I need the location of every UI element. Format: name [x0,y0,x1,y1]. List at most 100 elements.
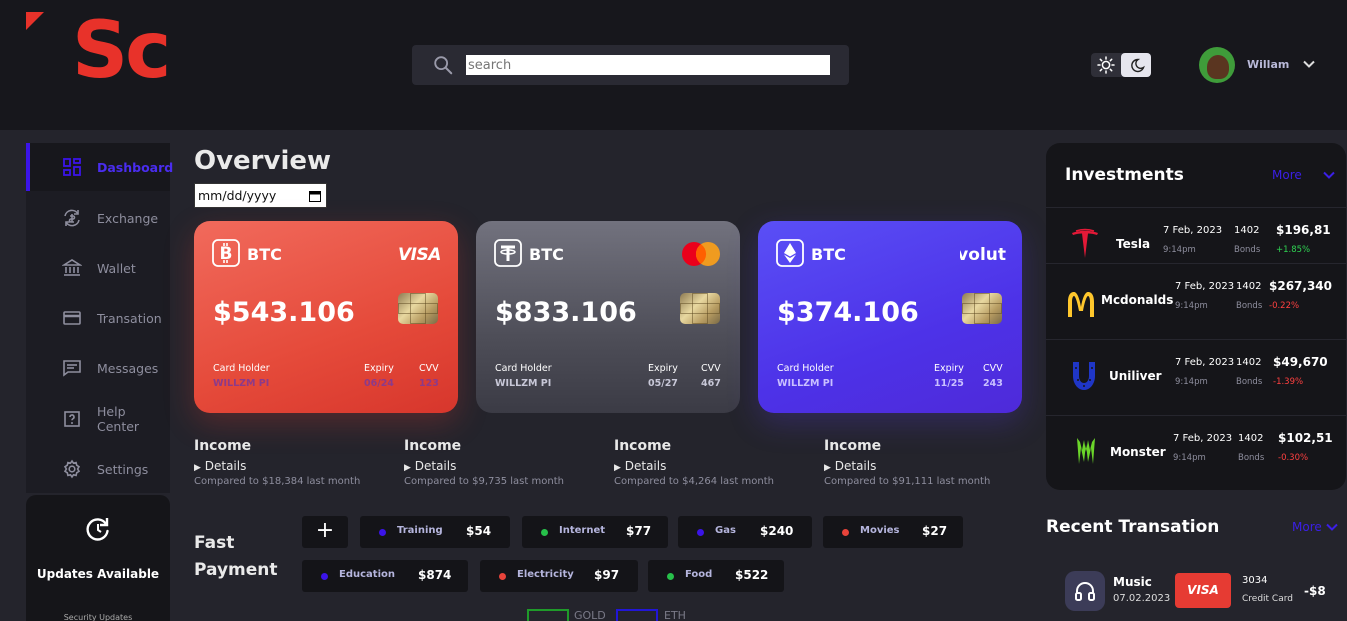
sidebar-item-dashboard[interactable]: Dashboard [26,143,173,191]
sidebar-item-transation[interactable]: Transation [26,294,170,342]
details-toggle[interactable]: ▶ Details [824,459,876,473]
sun-icon[interactable] [1095,55,1117,75]
search-input[interactable] [466,55,830,75]
investment-price: $196,81 [1276,223,1331,237]
sidebar-item-settings[interactable]: Settings [26,445,170,493]
details-toggle[interactable]: ▶ Details [404,459,456,473]
transaction-row[interactable]: Music 07.02.2023 VISA 3034 Credit Card -… [1046,565,1346,621]
avatar-face [1207,55,1229,79]
updates-panel[interactable]: Updates Available Security Updates [26,495,170,621]
add-payment-button[interactable]: + [302,516,348,548]
avatar[interactable] [1199,47,1235,83]
details-toggle[interactable]: ▶ Details [614,459,666,473]
cvv-label: CVV [701,363,721,374]
details-label: Details [414,459,457,473]
investment-row[interactable]: Mcdonalds 7 Feb, 2023 9:14pm 1402 Bonds … [1046,263,1346,339]
sidebar-item-exchange[interactable]: Exchange [26,194,170,242]
investment-unit: Bonds [1236,301,1263,311]
logo-flag [26,12,44,30]
payment-dot [541,529,548,536]
income-block: Income ▶ Details Compared to $91,111 las… [824,438,1024,487]
sidebar-item-label: Settings [97,461,149,477]
payment-item-education[interactable]: Education $874 [302,560,468,592]
investment-name: Uniliver [1109,369,1162,383]
moon-button[interactable] [1121,53,1151,77]
expiry: 06/24 [364,378,394,389]
chevron-down-icon[interactable] [1326,521,1338,533]
investment-row[interactable]: Uniliver 7 Feb, 2023 9:14pm 1402 Bonds $… [1046,339,1346,415]
payment-name: Electricity [517,569,574,580]
card-icon [63,311,81,325]
investment-time: 9:14pm [1175,301,1208,311]
investment-date: 7 Feb, 2023 [1173,433,1233,444]
credit-card[interactable]: BTC $833.106 Card Holder WILLZM PI Expir… [476,221,740,413]
legend-label: GOLD [574,609,606,621]
payment-item-electricity[interactable]: Electricity $97 [480,560,638,592]
page-title: Overview [194,146,332,176]
payment-dot [667,573,674,580]
date-input[interactable]: mm/dd/yyyy [194,183,327,208]
updates-subtitle: Security Updates [63,613,133,621]
user-menu[interactable]: Willam [1199,47,1329,83]
theme-toggle[interactable] [1091,53,1151,77]
mcdonalds-icon [1068,292,1094,317]
chip-icon [962,293,1002,324]
expiry-label: Expiry [364,363,394,374]
more-link[interactable]: More [1272,168,1302,182]
payment-amount: $97 [594,568,620,582]
payment-amount: $874 [418,568,452,582]
help-icon [64,411,80,427]
transaction-name: Music [1113,575,1152,589]
sidebar-item-label: Transation [97,310,162,326]
tether-icon [494,239,522,267]
date-value: mm/dd/yyyy [198,188,277,203]
chevron-down-icon[interactable] [1302,57,1316,71]
credit-card[interactable]: B BTC VISA $543.106 Card Holder WILLZM P… [194,221,458,413]
caret-right-icon: ▶ [404,463,411,473]
payment-name: Movies [860,525,900,536]
updates-title: Updates Available [36,567,160,581]
sidebar-item-help-center[interactable]: Help Center [26,395,170,443]
payment-name: Internet [559,525,606,536]
payment-item-training[interactable]: Training $54 [360,516,510,548]
chevron-down-icon[interactable] [1323,169,1335,181]
payment-name: Gas [715,525,736,536]
investments-panel: Investments More Tesla 7 Feb, 2023 9:14p… [1046,143,1346,490]
sidebar-item-messages[interactable]: Messages [26,344,170,392]
payment-item-movies[interactable]: Movies $27 [823,516,963,548]
investment-time: 9:14pm [1173,453,1206,463]
payment-dot [697,529,704,536]
income-compare: Compared to $91,111 last month [824,476,991,487]
income-title: Income [404,438,462,454]
credit-card[interactable]: BTC Revolut $374.106 Card Holder WILLZM … [758,221,1022,413]
fast-payment-title-line2: Payment [194,560,278,580]
payment-amount: $240 [760,524,794,538]
details-toggle[interactable]: ▶ Details [194,459,246,473]
investment-name: Monster [1110,445,1166,459]
more-link[interactable]: More [1292,520,1322,534]
legend-swatch-eth[interactable] [616,609,658,621]
payment-item-food[interactable]: Food $522 [648,560,784,592]
cvv: 243 [983,378,1003,389]
legend-swatch-gold[interactable] [527,609,569,621]
fast-payment-title-line1: Fast [194,533,235,553]
investment-time: 9:14pm [1163,245,1196,255]
sidebar-item-wallet[interactable]: Wallet [26,244,170,292]
calendar-icon[interactable] [309,190,321,202]
investment-price: $49,670 [1273,355,1328,369]
chip-icon [680,293,720,324]
payment-item-gas[interactable]: Gas $240 [678,516,812,548]
tesla-icon [1072,228,1098,258]
card-holder: WILLZM PI [213,378,270,389]
investment-change: +1.85% [1276,245,1311,255]
payment-dot [499,573,506,580]
income-title: Income [824,438,882,454]
investment-change: -0.22% [1269,301,1300,311]
payment-item-internet[interactable]: Internet $77 [522,516,668,548]
coin-name: BTC [811,245,846,264]
logo[interactable]: Sc [26,12,170,94]
card-balance: $374.106 [777,297,919,328]
investment-row[interactable]: Monster 7 Feb, 2023 9:14pm 1402 Bonds $1… [1046,415,1346,491]
investment-price: $267,340 [1269,279,1333,293]
legend-label: ETH [664,609,686,621]
